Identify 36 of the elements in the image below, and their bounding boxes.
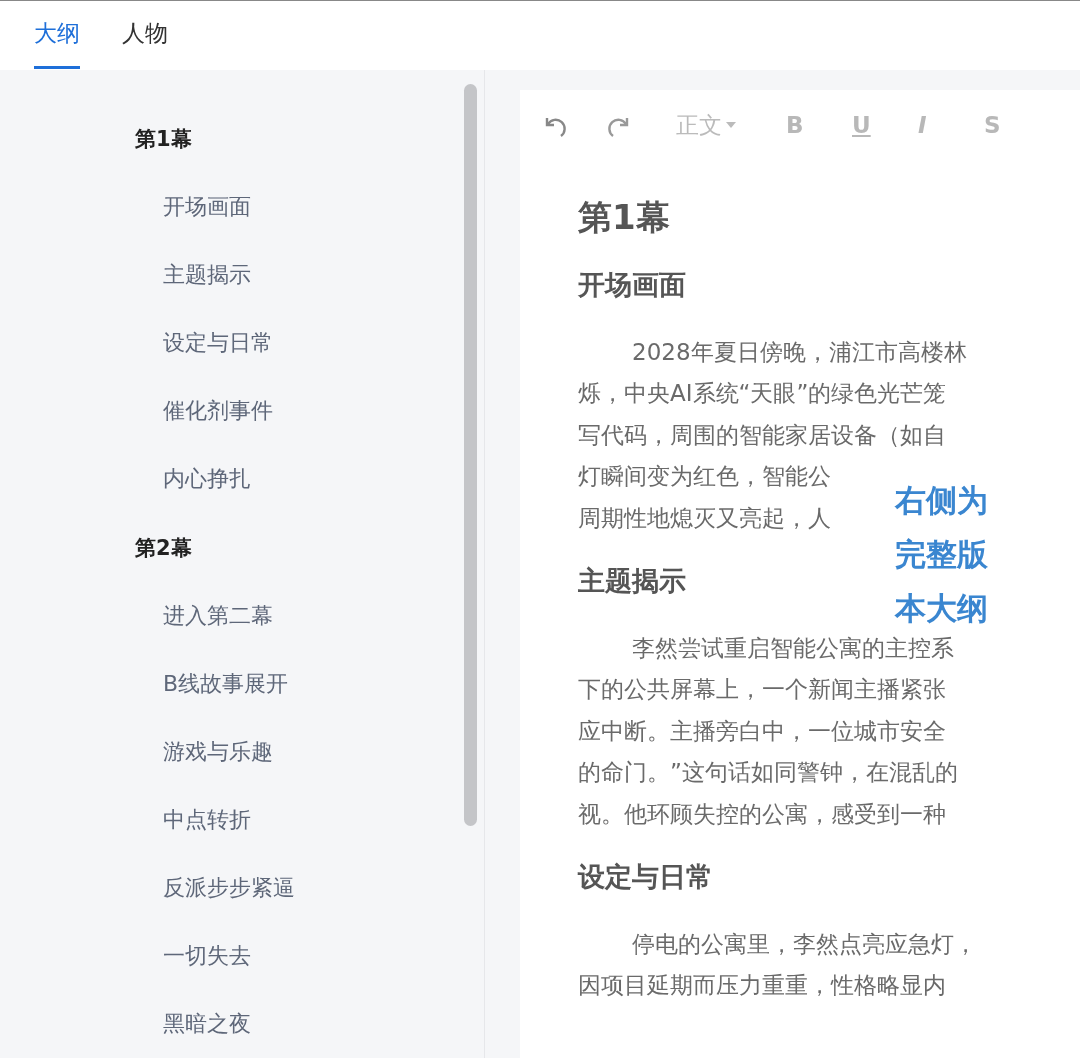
outline-item[interactable]: 催化剂事件 [0,377,458,446]
outline-item[interactable]: 中点转折 [0,785,458,854]
heading: 设定与日常 [578,860,714,894]
outline-item[interactable]: 第2幕 [0,513,458,582]
outline-item[interactable]: 进入第二幕 [0,581,458,650]
outline-item[interactable]: 一切失去 [0,921,458,990]
scrollbar-thumb[interactable] [464,84,477,826]
outline-item[interactable]: 主题揭示 [0,241,458,310]
heading: 主题揭示 [578,564,687,598]
caret-icon [726,122,736,128]
text-line: 灯瞬间变为红色，智能公 [578,462,831,491]
text-line: 2028年夏日傍晚，浦江市高楼林 [631,337,967,367]
outline-item[interactable]: 开场画面 [0,173,458,242]
text-line: 李然尝试重启智能公寓的主控系 [631,633,954,663]
outline-item[interactable]: 内心挣扎 [0,445,458,514]
outline-item[interactable]: 黑暗之夜 [0,990,458,1058]
text-line: 因项目延期而压力重重，性格略显内 [578,971,946,1000]
heading: 第1幕 [578,196,671,239]
tab[interactable]: 人物 [122,1,168,69]
note-text: 本大纲 [895,589,988,628]
text-line: 烁，中央AI系统“天眼”的绿色光芒笼 [578,379,947,408]
text-line: 应中断。主播旁白中，一位城市安全 [578,716,946,746]
outline-item[interactable]: 第1幕 [0,105,458,174]
text-line: 下的公共屏幕上，一个新闻主播紧张 [578,675,946,704]
text-line: 的命门。”这句话如同警钟，在混乱的 [578,758,958,787]
text-line: 写代码，周围的智能家居设备（如自 [578,420,946,450]
outline-item[interactable]: 设定与日常 [0,309,458,378]
note-text: 完整版 [895,535,988,574]
outline-item[interactable]: B线故事展开 [0,649,458,718]
outline-item[interactable]: 反派步步紧逼 [0,853,458,922]
outline-item[interactable]: 游戏与乐趣 [0,717,458,786]
heading: 开场画面 [578,268,687,302]
text-line: 停电的公寓里，李然点亮应急灯， [631,929,977,959]
text-line: 视。他环顾失控的公寓，感受到一种 [578,799,946,829]
note-text: 右侧为 [895,481,988,520]
text-line: 周期性地熄灭又亮起，人 [578,503,831,533]
